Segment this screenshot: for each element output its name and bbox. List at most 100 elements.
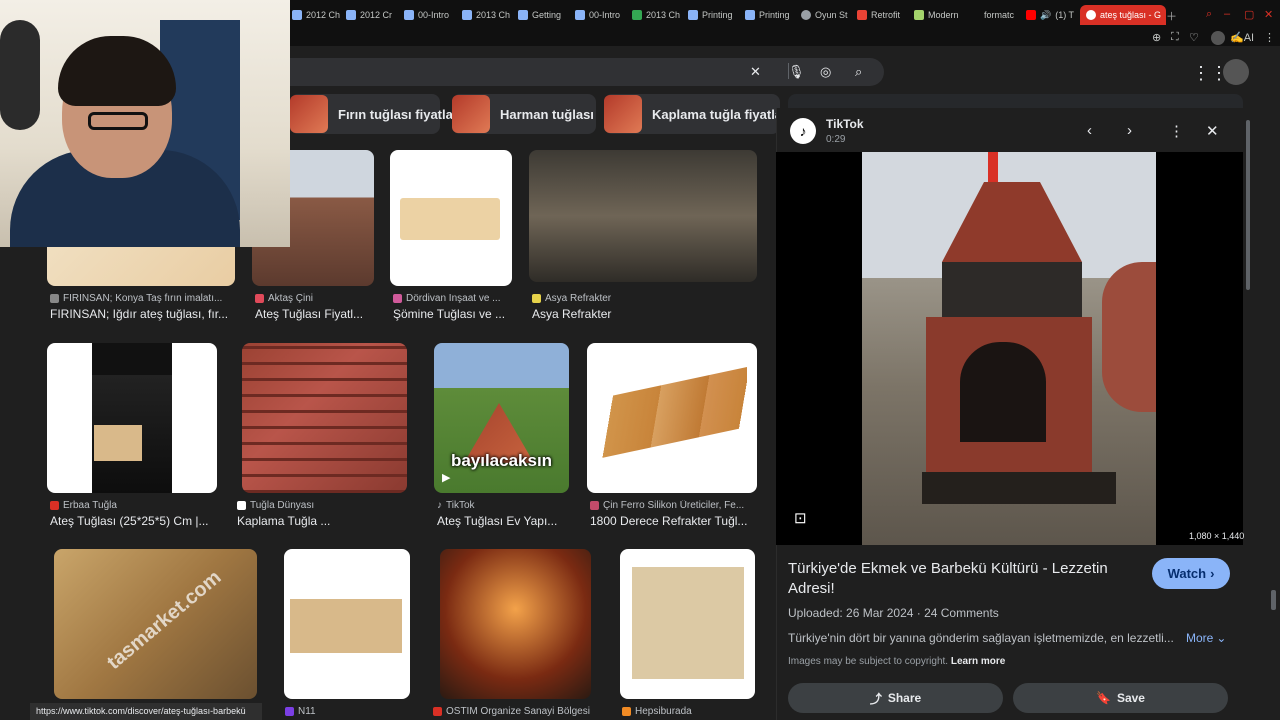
result-image[interactable]: [620, 549, 755, 699]
site-icon: [237, 501, 246, 510]
image-dimensions: 1,080 × 1,440: [1189, 531, 1245, 541]
learn-more-link[interactable]: Learn more: [951, 656, 1005, 667]
result-title[interactable]: Ateş Tuğlası Ev Yapı...: [437, 514, 572, 528]
site-icon: [50, 294, 59, 303]
result-source[interactable]: Çin Ferro Silikon Üreticiler, Fe...: [590, 500, 760, 511]
clear-icon[interactable]: ✕: [750, 64, 761, 80]
tab[interactable]: 2013 Ch: [632, 5, 680, 25]
oven-roof: [942, 182, 1082, 262]
lens-search-icon[interactable]: ⊡: [794, 509, 807, 527]
account-avatar[interactable]: [1223, 59, 1249, 85]
glasses: [88, 112, 148, 130]
result-image[interactable]: [284, 549, 410, 699]
mic-icon[interactable]: 🎙: [788, 64, 805, 80]
person-hair: [58, 36, 176, 106]
chip-kaplama-tugla[interactable]: Kaplama tuğla fiyatları: [604, 94, 791, 134]
next-icon[interactable]: ›: [1127, 122, 1132, 139]
close-icon[interactable]: ✕: [1264, 8, 1273, 21]
tab[interactable]: Retrofit: [857, 5, 907, 25]
lens-icon[interactable]: ◎: [820, 64, 831, 80]
zoom-icon[interactable]: ⊕: [1152, 31, 1161, 44]
google-icon: [1086, 10, 1096, 20]
maximize-icon[interactable]: ▢: [1244, 8, 1254, 21]
tab[interactable]: Printing: [745, 5, 793, 25]
screenshot-icon[interactable]: ⛶: [1171, 31, 1179, 44]
panel-scrollbar[interactable]: [1246, 120, 1250, 290]
tab[interactable]: 2012 Ch: [292, 5, 340, 25]
result-image[interactable]: bayılacaksın ▶: [434, 343, 569, 493]
tab[interactable]: 2013 Ch: [462, 5, 510, 25]
tab[interactable]: 00-Intro: [575, 5, 623, 25]
menu-icon[interactable]: ⋮: [1264, 31, 1275, 44]
result-title[interactable]: Asya Refrakter: [532, 307, 652, 321]
site-icon: [532, 294, 541, 303]
result-image[interactable]: [47, 343, 217, 493]
result-title[interactable]: Kaplama Tuğla ...: [237, 514, 407, 528]
image-detail: [92, 343, 172, 375]
drive-icon: [632, 10, 642, 20]
close-panel-icon[interactable]: ✕: [1206, 122, 1219, 140]
site-icon: [285, 707, 294, 716]
page-icon: [745, 10, 755, 20]
chip-firin-tuglasi[interactable]: Fırın tuğlası fiyatları: [290, 94, 462, 134]
tab[interactable]: Getting: [518, 5, 566, 25]
result-source[interactable]: FIRINSAN; Konya Taş fırın imalatı...: [50, 293, 240, 304]
result-source[interactable]: Aktaş Çini: [255, 293, 375, 304]
panel-source-name[interactable]: TikTok: [826, 117, 864, 131]
result-image[interactable]: [242, 343, 407, 493]
video-duration: 0:29: [826, 134, 846, 145]
result-source[interactable]: Tuğla Dünyası: [237, 500, 407, 511]
result-image[interactable]: [390, 150, 512, 286]
tab[interactable]: 🔊 (1) T: [1026, 5, 1074, 25]
prev-icon[interactable]: ‹: [1087, 122, 1092, 139]
more-options-icon[interactable]: ⋮: [1169, 122, 1184, 140]
chip-harman-tuglasi[interactable]: Harman tuğlası: [452, 94, 596, 134]
tab[interactable]: formatc: [984, 5, 1020, 25]
result-source[interactable]: Asya Refrakter: [532, 293, 652, 304]
page-scrollbar[interactable]: [1271, 590, 1276, 610]
share-icon: ⤴: [869, 691, 882, 706]
new-tab-icon[interactable]: ＋: [1166, 8, 1177, 24]
share-button[interactable]: ⤴ Share: [788, 683, 1003, 713]
result-title[interactable]: FIRINSAN; Iğdır ateş tuğlası, fır...: [50, 307, 240, 321]
result-image[interactable]: tasmarket.com: [54, 549, 257, 699]
result-source[interactable]: Hepsiburada: [622, 706, 757, 717]
oven-door: [960, 342, 1046, 442]
tab[interactable]: Oyun St: [801, 5, 849, 25]
site-icon: [622, 707, 631, 716]
avatar[interactable]: [1211, 31, 1225, 45]
dome-oven: [1102, 262, 1156, 412]
save-button[interactable]: 🔖 Save: [1013, 683, 1228, 713]
panel-title[interactable]: Türkiye'de Ekmek ve Barbekü Kültürü - Le…: [788, 559, 1138, 599]
result-source[interactable]: N11: [285, 706, 405, 717]
search-icon[interactable]: ⌕: [855, 64, 862, 80]
result-image[interactable]: [587, 343, 757, 493]
heart-icon[interactable]: ♡: [1189, 31, 1199, 44]
result-title[interactable]: Ateş Tuğlası Fiyatl...: [255, 307, 375, 321]
result-source[interactable]: ♪ TikTok: [437, 500, 572, 511]
tab[interactable]: Modern: [914, 5, 964, 25]
result-source[interactable]: Erbaa Tuğla: [50, 500, 220, 511]
more-button[interactable]: More ⌄: [1186, 631, 1226, 645]
result-image[interactable]: [440, 549, 591, 699]
result-source[interactable]: OSTİM Organize Sanayi Bölgesi: [433, 706, 603, 717]
tab[interactable]: 00-Intro: [404, 5, 452, 25]
oven-base: [922, 472, 1116, 504]
search-tabs-icon[interactable]: ⌕: [1206, 8, 1212, 21]
preview-image[interactable]: [862, 152, 1156, 545]
watch-button[interactable]: Watch ›: [1152, 558, 1230, 589]
minimize-icon[interactable]: –: [1224, 8, 1230, 20]
tab[interactable]: 2012 Cr: [346, 5, 394, 25]
result-title[interactable]: Şömine Tuğlası ve ...: [393, 307, 513, 321]
panel-description: Türkiye'nin dört bir yanına gönderim sağ…: [788, 631, 1173, 645]
ai-icon[interactable]: ✍AI: [1230, 31, 1254, 44]
tab-active[interactable]: ateş tuğlası - G: [1080, 5, 1166, 25]
result-image[interactable]: [529, 150, 757, 282]
result-title[interactable]: 1800 Derece Refrakter Tuğl...: [590, 514, 760, 528]
result-source[interactable]: Dördivan İnşaat ve ...: [393, 293, 513, 304]
result-title[interactable]: Ateş Tuğlası (25*25*5) Cm |...: [50, 514, 220, 528]
firebrick-shape: [290, 599, 402, 653]
webcam-overlay: [0, 0, 290, 247]
page-icon: [575, 10, 585, 20]
tab[interactable]: Printing: [688, 5, 736, 25]
